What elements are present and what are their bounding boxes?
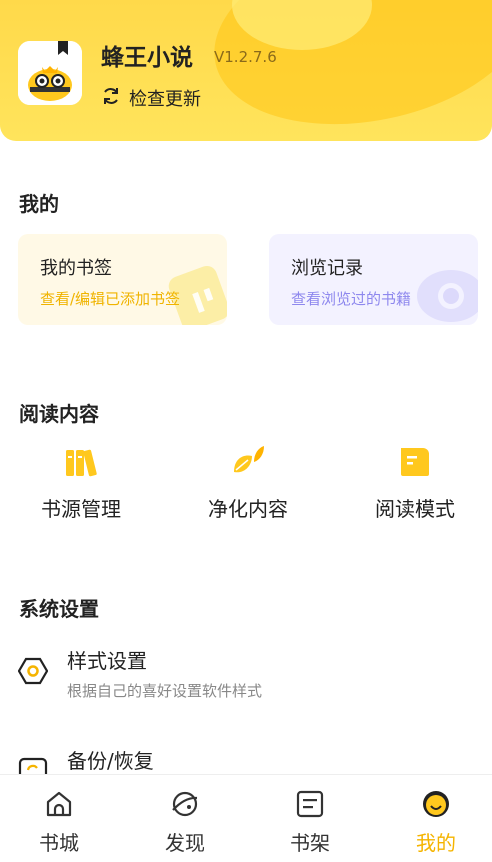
bookmarks-card[interactable]: 我的书签 查看/编辑已添加书签: [18, 234, 227, 325]
bookmarks-subtitle: 查看/编辑已添加书签: [40, 290, 181, 308]
style-settings-title: 样式设置: [67, 649, 147, 673]
nav-mine[interactable]: 我的: [386, 789, 486, 856]
source-management-button[interactable]: 书源管理: [21, 444, 141, 522]
nav-discover-label: 发现: [165, 831, 205, 855]
nav-bookstore[interactable]: 书城: [9, 789, 109, 856]
section-title-settings: 系统设置: [19, 597, 99, 621]
app-logo: [18, 41, 82, 105]
nav-bookshelf-label: 书架: [290, 831, 330, 855]
purify-content-button[interactable]: 净化内容: [188, 444, 308, 522]
reading-mode-label: 阅读模式: [375, 497, 455, 521]
reading-mode-button[interactable]: 阅读模式: [355, 444, 475, 522]
bottom-navigation: 书城 发现 书架 我的: [0, 774, 492, 862]
profile-header: 蜂王小说 V1.2.7.6 检查更新: [0, 0, 492, 141]
eye-icon: [415, 266, 478, 325]
check-update-label: 检查更新: [129, 89, 201, 110]
nav-discover[interactable]: 发现: [135, 789, 235, 856]
history-card[interactable]: 浏览记录 查看浏览过的书籍: [269, 234, 478, 325]
hexagon-settings-icon: [17, 656, 49, 686]
bookmarks-title: 我的书签: [40, 258, 112, 279]
backup-restore-title: 备份/恢复: [67, 749, 154, 773]
shelf-icon: [295, 789, 325, 819]
book-open-icon: [397, 444, 433, 480]
app-name: 蜂王小说: [101, 45, 193, 71]
refresh-icon: [101, 86, 121, 111]
bee-face-icon: [421, 789, 451, 819]
style-settings-row[interactable]: 样式设置 根据自己的喜好设置软件样式: [0, 640, 492, 710]
app-version: V1.2.7.6: [214, 48, 277, 66]
section-title-reading: 阅读内容: [19, 402, 99, 426]
nav-bookstore-label: 书城: [39, 831, 79, 855]
purify-content-label: 净化内容: [208, 497, 288, 521]
check-update-button[interactable]: 检查更新: [101, 85, 201, 111]
section-title-mine: 我的: [19, 192, 59, 216]
source-management-label: 书源管理: [41, 497, 121, 521]
nav-mine-label: 我的: [416, 831, 456, 855]
reading-grid: 书源管理 净化内容 阅读模式: [0, 444, 492, 524]
history-subtitle: 查看浏览过的书籍: [291, 290, 412, 308]
history-title: 浏览记录: [291, 258, 363, 279]
planet-icon: [170, 789, 200, 819]
nav-bookshelf[interactable]: 书架: [260, 789, 360, 856]
home-icon: [44, 789, 74, 819]
books-icon: [63, 444, 99, 480]
leaf-icon: [230, 444, 266, 480]
style-settings-subtitle: 根据自己的喜好设置软件样式: [67, 682, 263, 700]
